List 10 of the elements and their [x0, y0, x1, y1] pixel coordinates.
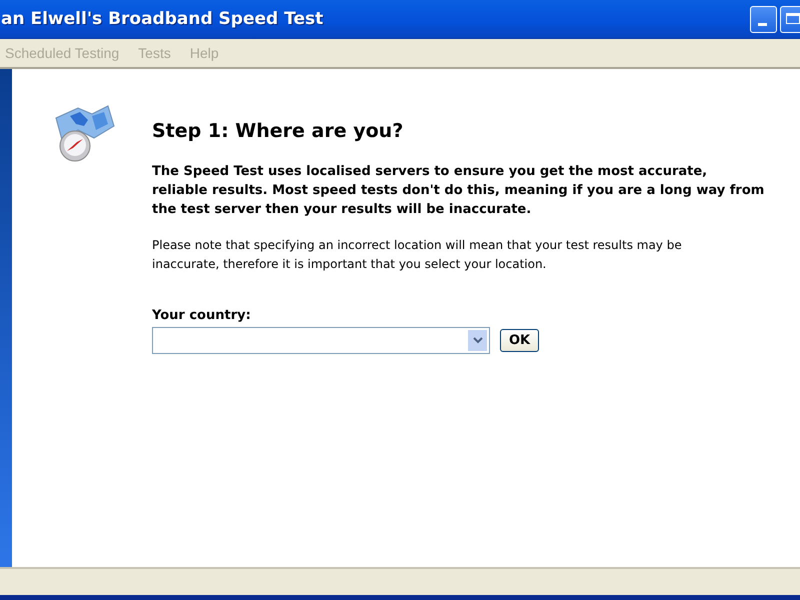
minimize-button[interactable] [750, 6, 777, 32]
intro-text: The Speed Test uses localised servers to ensure you get the most accurate, reliable results. Most speed tests don't do this, meaning if you are a long way from the test server then your results will be inaccurate. [152, 163, 766, 219]
window-title: an Elwell's Broadband Speed Test [1, 9, 324, 29]
country-dropdown[interactable] [152, 327, 490, 354]
maximize-button[interactable] [780, 6, 800, 32]
step-heading: Step 1: Where are you? [152, 120, 404, 142]
chevron-down-icon [472, 337, 482, 344]
ok-button[interactable]: OK [500, 329, 540, 352]
note-text: Please note that specifying an incorrect location will mean that your test results may be inaccurate, therefore it is important that you select your location. [152, 237, 683, 273]
country-label: Your country: [152, 308, 252, 323]
